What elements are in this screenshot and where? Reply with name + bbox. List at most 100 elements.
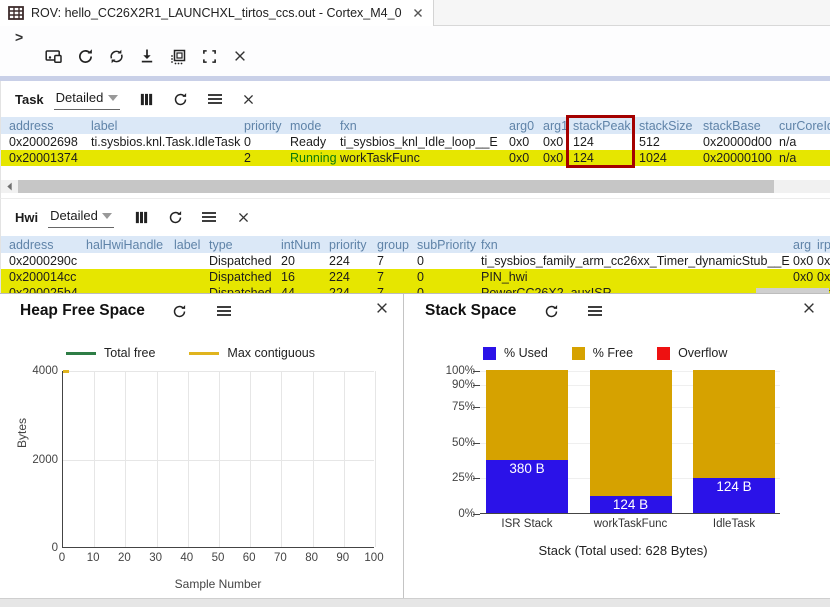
heap-free-space-panel: Heap Free Space Total freeMax contiguous… [0,294,404,599]
menu-icon[interactable] [206,90,224,108]
cell-type: Dispatched [209,285,281,293]
close-icon[interactable] [240,90,258,108]
heap-chart-title: Heap Free Space [20,302,145,320]
scrollbar-thumb[interactable] [18,180,774,193]
task-horizontal-scrollbar[interactable] [1,180,830,193]
column-header-intNum[interactable]: intNum [281,236,329,253]
refresh-icon[interactable] [172,90,190,108]
cell-priority: 224 [329,285,377,293]
task-header-row: addresslabelprioritymodefxnarg0arg1stack… [1,117,830,134]
column-header-curCoreId[interactable]: curCoreId [779,117,830,134]
menu-icon[interactable] [586,302,604,320]
column-header-type[interactable]: type [209,236,281,253]
hwi-section-title: Hwi [15,210,38,225]
chevron-right-icon[interactable]: > [15,29,23,45]
legend-swatch [572,347,585,360]
heap-legend: Total freeMax contiguous [66,346,315,360]
columns-icon[interactable] [138,90,156,108]
column-header-address[interactable]: address [1,117,91,134]
stack-plot: 380 B 124 B 124 B [480,371,780,514]
cell-fxn: workTaskFunc [340,150,509,166]
column-header-stackBase[interactable]: stackBase [703,117,779,134]
column-header-halHwiHandle[interactable]: halHwiHandle [86,236,174,253]
column-header-priority[interactable]: priority [329,236,377,253]
expand-icon[interactable] [200,47,218,65]
column-header-irp[interactable]: irp [817,236,830,253]
data-point-mark [63,370,69,373]
column-header-stackSize[interactable]: stackSize [639,117,703,134]
close-icon[interactable] [234,208,252,226]
cell-subPriority: 0 [417,253,481,269]
bar-value-label: 380 B [486,461,568,477]
cell-group: 7 [377,269,417,285]
screen-capture-icon[interactable] [45,47,63,65]
table-row[interactable]: 0x2000290cDispatched2022470ti_sysbios_fa… [1,253,830,269]
column-header-group[interactable]: group [377,236,417,253]
cell-curCoreId: n/a [779,150,830,166]
memory-chip-icon[interactable] [169,47,187,65]
cell-arg: 0x0 [793,269,817,285]
column-header-label[interactable]: label [91,117,244,134]
column-header-arg[interactable]: arg [793,236,817,253]
column-header-address[interactable]: address [1,236,86,253]
legend-swatch [189,352,219,355]
x-tick-label: 10 [87,552,100,564]
x-tick-label: 50 [212,552,225,564]
column-header-label[interactable]: label [174,236,209,253]
stack-bar[interactable]: 124 B [590,370,672,513]
columns-icon[interactable] [132,208,150,226]
x-tick-label: 70 [274,552,287,564]
column-header-subPriority[interactable]: subPriority [417,236,481,253]
column-header-fxn[interactable]: fxn [481,236,793,253]
stack-space-panel: Stack Space % Used% FreeOverflow 380 B 12… [405,294,830,599]
heap-y-ticks: 020004000 [4,371,58,548]
refresh-icon[interactable] [171,302,189,320]
column-header-arg1[interactable]: arg1 [543,117,573,134]
stack-bar[interactable]: 380 B [486,370,568,513]
scroll-left-icon[interactable] [3,181,15,192]
table-row[interactable]: 0x200025b4Dispatched4422470PowerCC26X2_a… [1,285,830,293]
close-icon[interactable] [231,47,249,65]
table-row[interactable]: 0x200014ccDispatched1622470PIN_hwi0x00x0 [1,269,830,285]
table-row[interactable]: 0x200013742RunningworkTaskFunc0x00x01241… [1,150,830,166]
stack-chart-head: Stack Space [425,302,604,320]
stack-y-ticks: 0%25%50%75%90%100% [423,371,475,514]
menu-icon[interactable] [215,302,233,320]
stack-bar[interactable]: 124 B [693,370,775,513]
legend-item: Max contiguous [189,346,315,360]
refresh-icon[interactable] [542,302,560,320]
rov-tab[interactable]: ROV: hello_CC26X2R1_LAUNCHXL_tirtos_ccs.… [0,0,434,26]
x-tick-label: 90 [336,552,349,564]
stack-category-labels: ISR StackworkTaskFuncIdleTask [480,518,780,532]
hwi-panel: Hwi Detailed [0,198,830,293]
x-tick-label: 100 [364,552,383,564]
refresh-icon[interactable] [76,47,94,65]
auto-refresh-icon[interactable] [107,47,125,65]
stack-legend: % Used% FreeOverflow [483,346,727,360]
download-icon[interactable] [138,47,156,65]
tab-close-icon[interactable] [413,8,423,18]
rov-toolbar-zone: > [0,26,830,76]
hwi-view-mode-dropdown[interactable]: Detailed [48,206,114,228]
cell-arg1: 0x0 [543,134,573,150]
refresh-icon[interactable] [166,208,184,226]
menu-icon[interactable] [200,208,218,226]
bar-segment-used: 124 B [693,478,775,513]
cell-irp: 0x0 [817,253,830,269]
cell-fxn: ti_sysbios_family_arm_cc26xx_Timer_dynam… [481,253,793,269]
column-header-priority[interactable]: priority [244,117,290,134]
table-grid-icon [8,6,24,20]
table-row[interactable]: 0x20002698ti.sysbios.knl.Task.IdleTask0R… [1,134,830,150]
cell-stackPeak: 124 [573,134,639,150]
column-header-fxn[interactable]: fxn [340,117,509,134]
column-header-arg0[interactable]: arg0 [509,117,543,134]
cell-label [174,253,209,269]
close-icon[interactable] [375,301,389,315]
column-header-mode[interactable]: mode [290,117,340,134]
cell-mode: Running [290,150,340,166]
cell-fxn: PIN_hwi [481,269,793,285]
task-view-mode-dropdown[interactable]: Detailed [54,88,120,110]
category-label: workTaskFunc [594,518,668,530]
close-icon[interactable] [802,301,816,315]
column-header-stackPeak[interactable]: stackPeak [573,117,639,134]
